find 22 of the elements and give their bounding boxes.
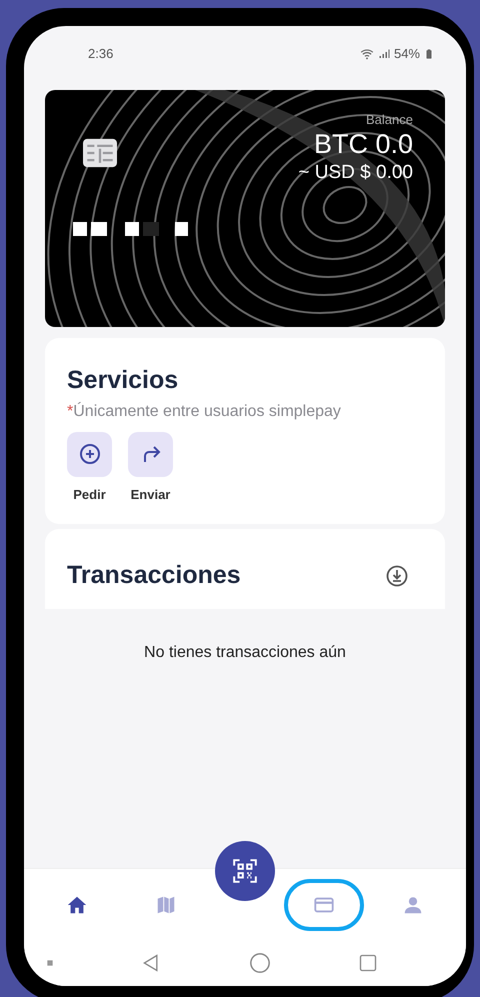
- usd-balance: ~ USD $ 0.00: [298, 161, 413, 186]
- recents-icon[interactable]: [358, 953, 378, 973]
- home-circle-icon[interactable]: [248, 952, 271, 974]
- arrow-button[interactable]: [128, 432, 173, 476]
- qr-code-icon: [232, 858, 258, 884]
- download-button[interactable]: [385, 564, 409, 588]
- battery-percent: 54%: [394, 45, 420, 64]
- plus-circle-icon: [78, 442, 102, 466]
- plus-circle-button[interactable]: [67, 432, 112, 476]
- credit-card-tab[interactable]: [284, 878, 364, 930]
- action-label: Enviar: [130, 486, 170, 504]
- download-icon: [385, 564, 409, 588]
- wifi-icon: [360, 47, 374, 61]
- services-note: *Únicamente entre usuarios simplepay: [67, 401, 342, 422]
- signal-icon: [378, 48, 390, 60]
- btc-balance: BTC 0.0: [314, 130, 413, 160]
- battery-icon: [424, 47, 434, 61]
- empty-message: No tienes transacciones aún: [143, 642, 347, 662]
- transactions-title: Transacciones: [67, 560, 241, 591]
- status-time: 2:36: [88, 45, 114, 64]
- services-title: Servicios: [67, 365, 180, 396]
- action-label: Pedir: [73, 486, 106, 504]
